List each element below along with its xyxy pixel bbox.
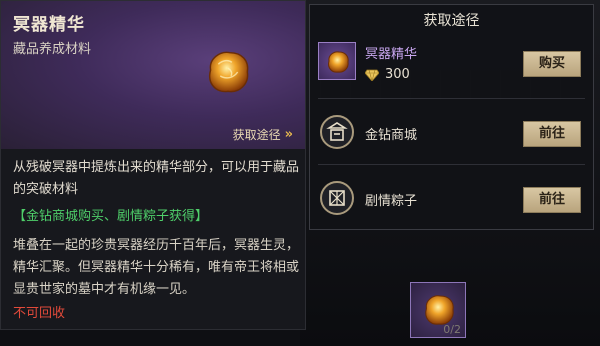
goto-story-button[interactable]: 前往 [523, 187, 581, 213]
obtain-panel-title: 获取途径 [423, 13, 480, 29]
price: 300 [365, 67, 410, 82]
non-recyclable-label: 不可回收 [13, 306, 66, 321]
obtain-link-label: 获取途径 [232, 128, 281, 142]
obtain-row-story: 剧情粽子 前往 [310, 174, 593, 226]
item-slot[interactable]: 0/2 [410, 282, 466, 338]
zongzi-icon [320, 181, 354, 215]
goto-shop-button[interactable]: 前往 [523, 121, 581, 147]
divider [318, 98, 585, 99]
obtain-panel: 获取途径 冥器精华 300 购买 金钻商城 前往 剧情粽子 前往 [309, 4, 594, 230]
obtain-row-name: 冥器精华 [365, 47, 418, 62]
item-detail-panel: 冥器精华 藏品养成材料 获取途径 » 从残破冥器中提炼出来的精华部分，可以用于藏… [0, 0, 306, 330]
item-description: 从残破冥器中提炼出来的精华部分，可以用于藏品的突破材料 [13, 160, 300, 197]
item-source: 【金钻商城购买、剧情粽子获得】 [13, 209, 209, 224]
item-type: 藏品养成材料 [13, 42, 92, 57]
obtain-row-shop: 金钻商城 前往 [310, 108, 593, 160]
amber-nugget-icon [209, 51, 249, 93]
obtain-link[interactable]: 获取途径 » [233, 126, 293, 143]
amber-nugget-icon [328, 51, 349, 73]
obtain-row-name: 金钻商城 [365, 128, 418, 143]
item-name: 冥器精华 [13, 15, 85, 35]
obtain-row-purchase: 冥器精华 300 购买 [310, 37, 593, 89]
diamond-icon [365, 69, 379, 81]
double-chevron-right-icon: » [284, 127, 293, 142]
obtain-row-name: 剧情粽子 [365, 194, 418, 209]
divider [318, 164, 585, 165]
shop-icon [320, 115, 354, 149]
item-detail-header: 冥器精华 藏品养成材料 获取途径 » [1, 1, 305, 149]
item-lore: 堆叠在一起的珍贵冥器经历千百年后，冥器生灵，精华汇聚。但冥器精华十分稀有，唯有帝… [13, 238, 300, 297]
price-value: 300 [385, 67, 410, 82]
buy-button[interactable]: 购买 [523, 51, 581, 77]
slot-count: 0/2 [443, 323, 461, 336]
item-thumbnail [318, 42, 356, 80]
